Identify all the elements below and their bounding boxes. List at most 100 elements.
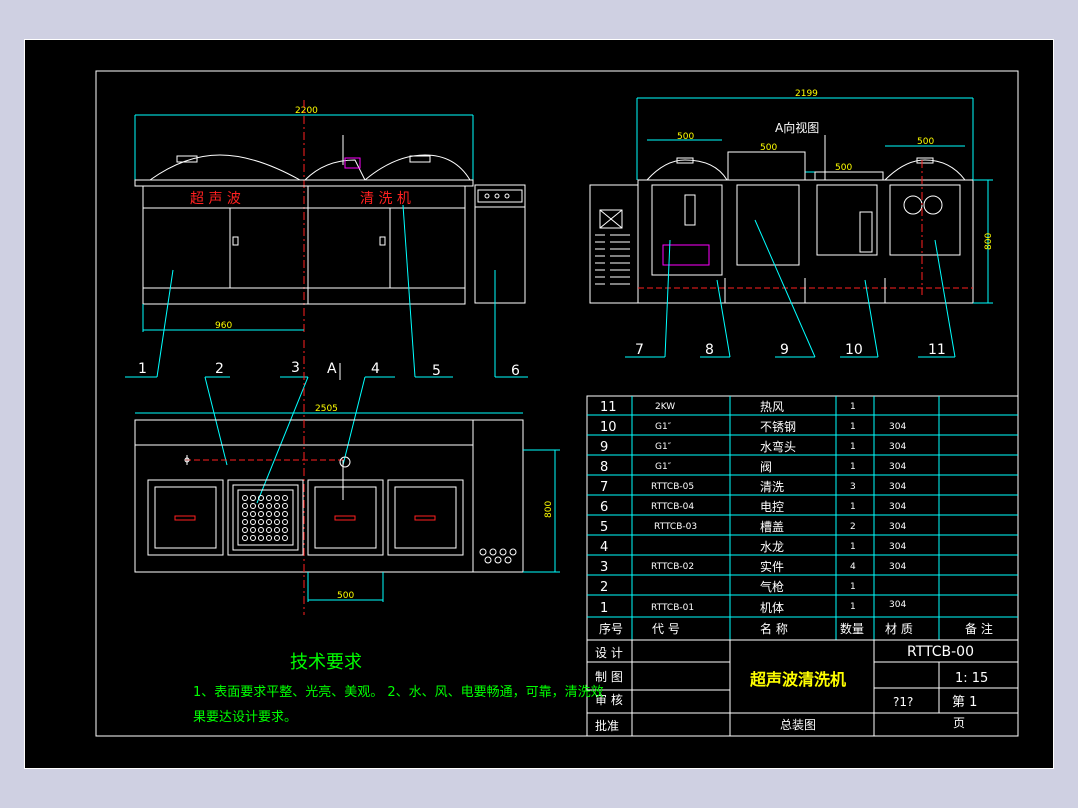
callout-10: 10 — [845, 342, 863, 358]
bom-qty-7: 3 — [850, 482, 856, 492]
bom-name-10: 不锈钢 — [760, 420, 796, 434]
bom-code-5: RTTCB-03 — [654, 522, 697, 532]
bom-mat-3: 304 — [889, 562, 906, 572]
tech-line2: 果要达设计要求。 — [193, 710, 297, 725]
title-block: 设 计 制 图 审 核 批准 超声波清洗机 RTTCB-00 1: 15 ?1?… — [587, 640, 1018, 736]
bom-mat-1: 304 — [889, 600, 906, 610]
bom-seq-2: 2 — [600, 580, 608, 595]
bom-seq-11: 11 — [600, 400, 617, 415]
tb-unknown: ?1? — [893, 695, 913, 709]
tech-title: 技术要求 — [290, 652, 362, 673]
top-view: 2505 800 500 — [134, 340, 560, 615]
bom-name-1: 机体 — [760, 601, 784, 615]
tb-design-label: 设 计 — [595, 646, 623, 660]
tb-scale: 1: 15 — [955, 671, 988, 686]
bom-seq-9: 9 — [600, 440, 608, 455]
bom-header-material: 材 质 — [885, 622, 913, 636]
callout-2: 2 — [215, 361, 224, 377]
tb-sheet: 第 1 — [952, 695, 977, 710]
front-view: 2200 超 声 波 清 洗 机 960 — [134, 100, 526, 335]
tb-pages: 页 — [953, 716, 965, 730]
bom-header-name: 名 称 — [760, 621, 788, 636]
bom-seq-5: 5 — [600, 520, 608, 535]
front-label-left: 超 声 波 — [190, 191, 241, 207]
bom-header-remark: 备 注 — [965, 621, 993, 636]
bom-seq-10: 10 — [600, 420, 617, 435]
bom-name-2: 气枪 — [760, 579, 784, 594]
bom-code-9: G1″ — [655, 442, 672, 452]
bom-qty-9: 1 — [850, 442, 856, 452]
drawing-sheet: 2200 超 声 波 清 洗 机 960 1 2 3 A 4 5 6 2505 … — [24, 39, 1054, 769]
callout-6: 6 — [511, 363, 520, 379]
side-view: 2199 A向视图 500 500 500 500 800 — [589, 89, 994, 304]
bom-qty-6: 1 — [850, 502, 856, 512]
callout-11: 11 — [928, 342, 946, 358]
bom-qty-1: 1 — [850, 602, 856, 612]
callout-7: 7 — [635, 342, 644, 358]
bom-seq-8: 8 — [600, 460, 608, 475]
bom-header-seq: 序号 — [599, 621, 623, 636]
bom-name-3: 实件 — [760, 559, 784, 574]
bom-seq-6: 6 — [600, 500, 608, 515]
bom-name-4: 水龙 — [760, 540, 784, 554]
bom-code-6: RTTCB-04 — [651, 502, 694, 512]
tech-requirements: 技术要求 1、表面要求平整、光亮、美观。 2、水、风、电要畅通，可靠，清洗效 果… — [193, 652, 604, 725]
tech-line1: 1、表面要求平整、光亮、美观。 2、水、风、电要畅通，可靠，清洗效 — [193, 684, 604, 700]
bom-name-7: 清洗 — [760, 480, 784, 494]
bom-qty-3: 4 — [850, 562, 856, 572]
side-dim-500a: 500 — [677, 132, 694, 142]
bom-seq-1: 1 — [600, 601, 608, 616]
tb-approve-label: 批准 — [595, 718, 619, 733]
bom-mat-6: 304 — [889, 502, 906, 512]
bom-code-10: G1″ — [655, 422, 672, 432]
callout-1: 1 — [138, 361, 147, 377]
tb-drawing-no: RTTCB-00 — [907, 644, 974, 660]
top-dim-total: 2505 — [315, 404, 338, 414]
side-dim-500d: 500 — [917, 137, 934, 147]
cad-drawing: 2200 超 声 波 清 洗 机 960 1 2 3 A 4 5 6 2505 … — [95, 70, 1019, 737]
tb-drawn-label: 制 图 — [595, 670, 623, 684]
bom-code-7: RTTCB-05 — [651, 482, 694, 492]
bom-qty-2: 1 — [850, 582, 856, 592]
bom-name-8: 阀 — [760, 460, 772, 474]
bom-qty-11: 1 — [850, 402, 856, 412]
bom-mat-4: 304 — [889, 542, 906, 552]
bom-header-code: 代 号 — [652, 622, 680, 636]
bom-name-5: 槽盖 — [760, 520, 784, 534]
front-dim-total: 2200 — [295, 106, 318, 116]
callout-a: A — [327, 361, 337, 377]
bom-mat-5: 304 — [889, 522, 906, 532]
bom-qty-10: 1 — [850, 422, 856, 432]
bom-seq-3: 3 — [600, 560, 608, 575]
bom-qty-4: 1 — [850, 542, 856, 552]
bom-qty-5: 2 — [850, 522, 856, 532]
bom-mat-8: 304 — [889, 462, 906, 472]
bom-mat-7: 304 — [889, 482, 906, 492]
bom-name-9: 水弯头 — [760, 439, 796, 454]
top-dim-depth: 800 — [544, 501, 554, 518]
bom-code-3: RTTCB-02 — [651, 562, 694, 572]
callout-4: 4 — [371, 361, 380, 377]
bom-mat-9: 304 — [889, 442, 906, 452]
inner-frame — [95, 70, 1019, 737]
tb-product-name: 超声波清洗机 — [749, 670, 846, 689]
callout-9: 9 — [780, 342, 789, 358]
top-dim-500: 500 — [337, 591, 354, 601]
front-dim-half: 960 — [215, 321, 232, 331]
bom-code-11: 2KW — [655, 402, 675, 412]
front-label-right: 清 洗 机 — [360, 191, 411, 207]
callout-8: 8 — [705, 342, 714, 358]
bom-seq-4: 4 — [600, 540, 608, 555]
callout-3: 3 — [291, 360, 300, 376]
side-dim-total: 2199 — [795, 89, 818, 99]
side-dim-height: 800 — [984, 233, 994, 250]
tb-assembly: 总装图 — [780, 718, 816, 732]
bom-name-6: 电控 — [760, 500, 784, 514]
bom-name-11: 热风 — [760, 400, 784, 414]
bom-qty-8: 1 — [850, 462, 856, 472]
bom-mat-10: 304 — [889, 422, 906, 432]
callout-5: 5 — [432, 363, 441, 379]
bom-code-8: G1″ — [655, 462, 672, 472]
bom-header-qty: 数量 — [840, 621, 864, 636]
bom-seq-7: 7 — [600, 480, 608, 495]
